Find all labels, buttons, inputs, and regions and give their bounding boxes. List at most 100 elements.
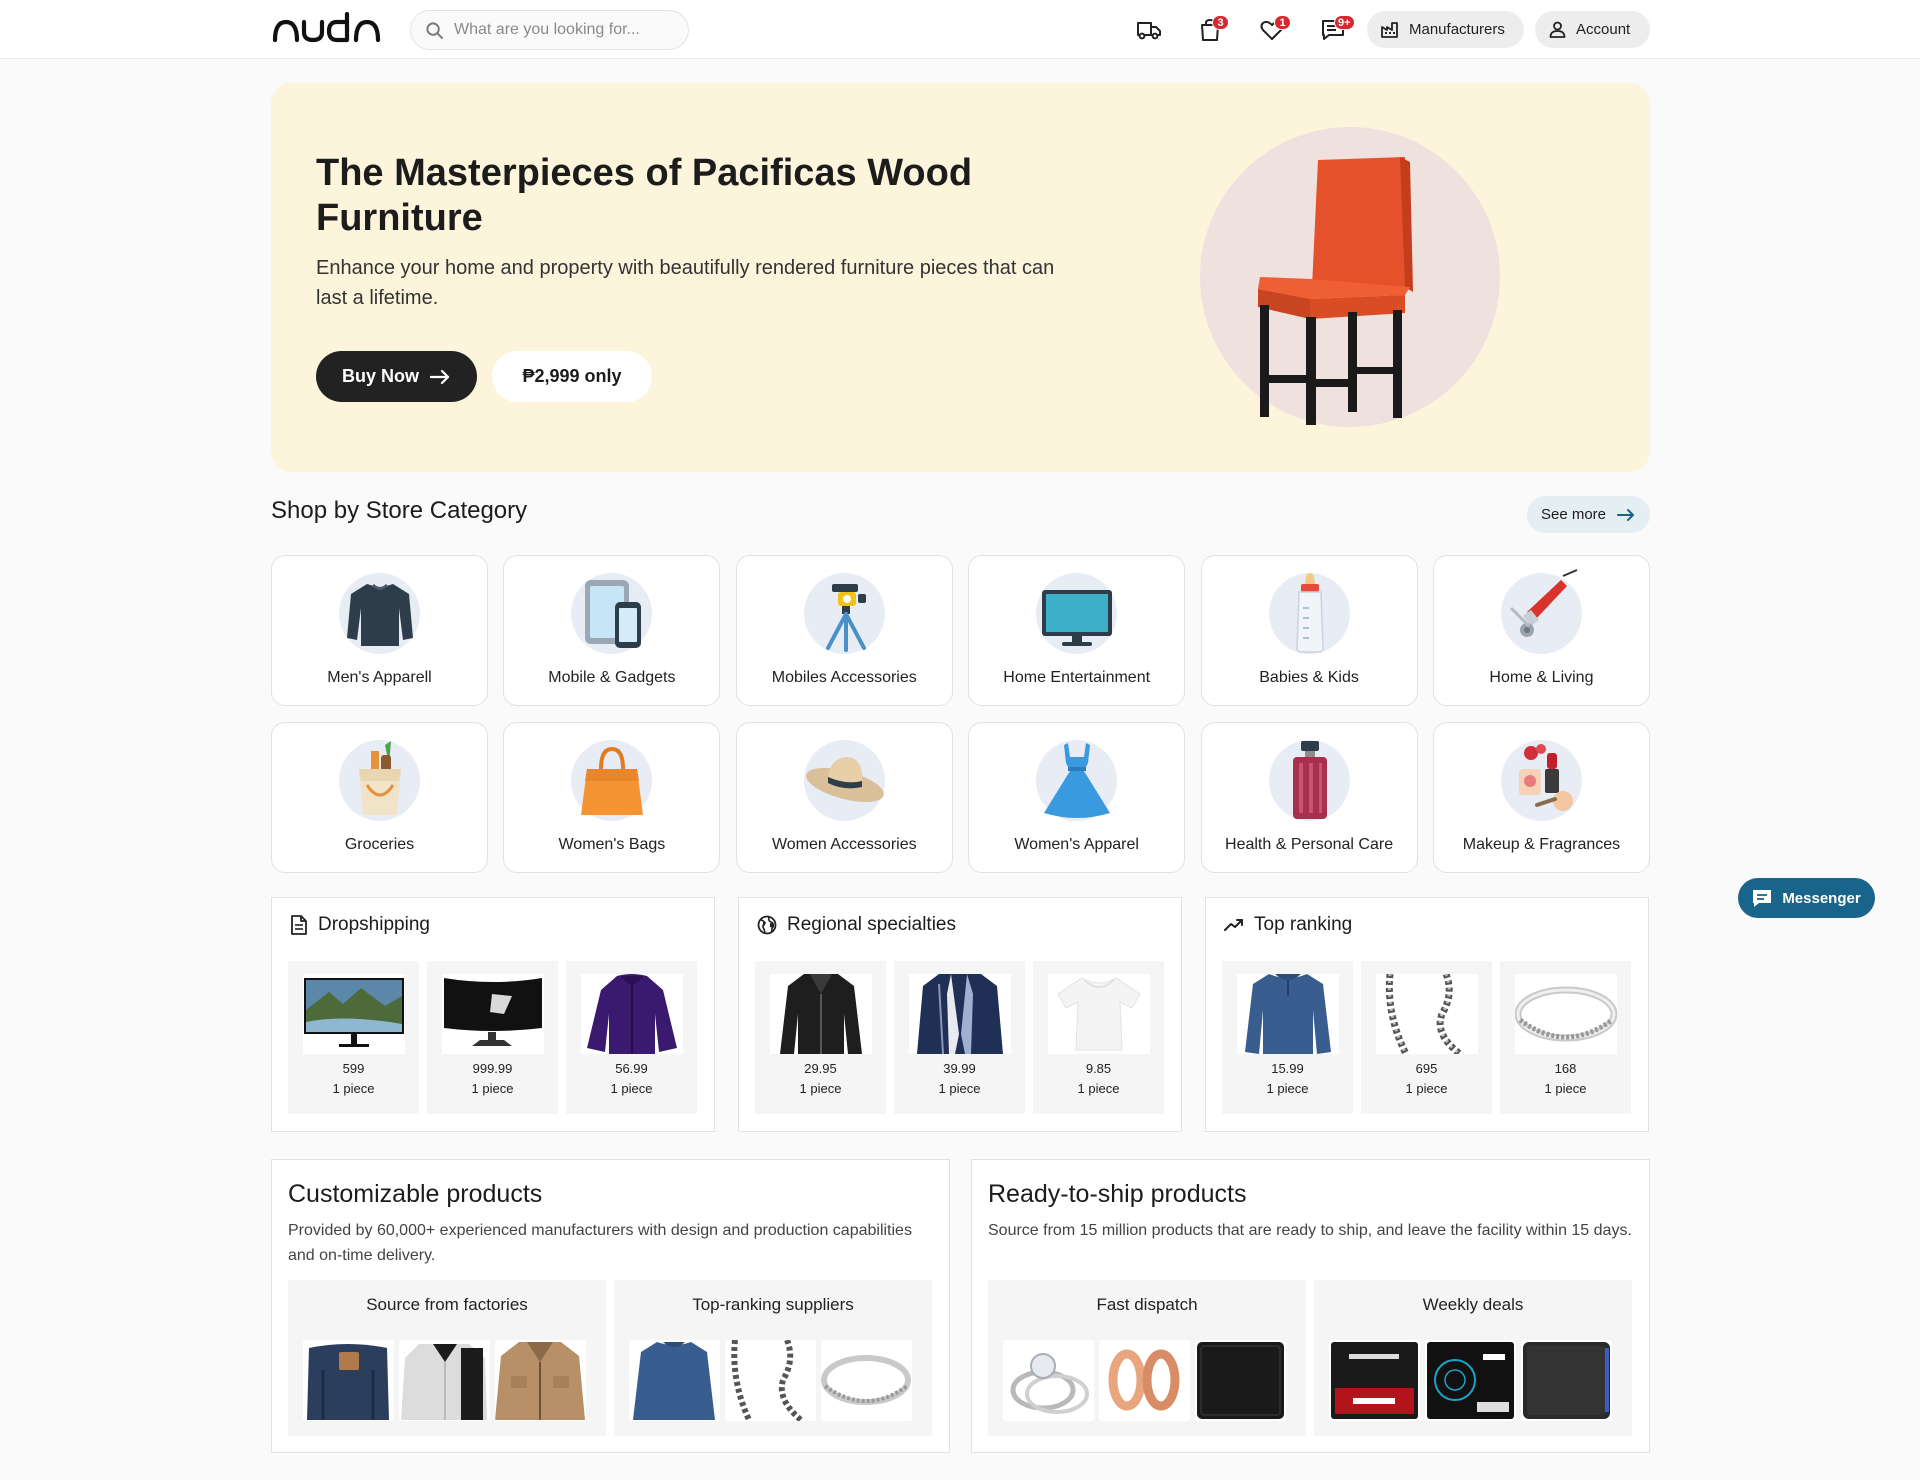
category-grid: Men's Apparell Mobile & Gadgets Mobiles …: [271, 555, 1650, 873]
sub-card-images: [1329, 1340, 1612, 1421]
category-label: Babies & Kids: [1259, 669, 1359, 686]
black-wallet-image: [1195, 1340, 1286, 1421]
dropshipping-title: Dropshipping: [318, 914, 430, 935]
silver-chain-bracelet-image: [725, 1340, 816, 1421]
product-moq: 1 piece: [1077, 1081, 1120, 1096]
customizable-title[interactable]: Customizable products: [288, 1180, 542, 1209]
category-card-womens-bags[interactable]: Women's Bags: [503, 722, 721, 873]
diamond-ring-set-image: [1003, 1340, 1094, 1421]
product-card[interactable]: 9.85 1 piece: [1033, 961, 1164, 1114]
messages-count-badge: 9+: [1334, 15, 1355, 30]
bar-stool-image: [1200, 127, 1500, 427]
category-card-babies-kids[interactable]: Babies & Kids: [1200, 555, 1418, 706]
top-ranking-header[interactable]: Top ranking: [1224, 914, 1352, 936]
factory-icon: [1381, 22, 1398, 38]
regional-specialties-title: Regional specialties: [787, 914, 956, 935]
messages-button[interactable]: 9+: [1317, 14, 1355, 46]
product-moq: 1 piece: [938, 1081, 981, 1096]
arrow-right-icon: [429, 369, 450, 384]
category-card-groceries[interactable]: Groceries: [271, 722, 488, 873]
customizable-products-section: Customizable products Provided by 60,000…: [271, 1159, 950, 1453]
grocery-bag-icon: [359, 741, 401, 815]
see-more-button[interactable]: See more: [1527, 496, 1650, 533]
ssd-product-box-image: [1329, 1340, 1420, 1421]
product-card[interactable]: 999.99 1 piece: [427, 961, 558, 1114]
sub-card-title: Top-ranking suppliers: [692, 1295, 854, 1314]
top-ranking-suppliers-card[interactable]: Top-ranking suppliers: [614, 1280, 932, 1436]
dropshipping-header[interactable]: Dropshipping: [290, 914, 430, 936]
category-card-womens-apparel[interactable]: Women's Apparel: [968, 722, 1186, 873]
product-card[interactable]: 29.95 1 piece: [755, 961, 886, 1114]
auda-logo[interactable]: [272, 12, 384, 46]
sp-ssd-box-image: [1425, 1340, 1516, 1421]
category-card-mobile-gadgets[interactable]: Mobile & Gadgets: [503, 555, 721, 706]
sub-card-title: Fast dispatch: [1096, 1295, 1198, 1314]
monitor-icon: [1042, 590, 1113, 646]
product-moq: 1 piece: [471, 1081, 514, 1096]
regional-specialties-header[interactable]: Regional specialties: [757, 914, 956, 936]
source-from-factories-card[interactable]: Source from factories: [288, 1280, 606, 1436]
tan-field-jacket-image: [495, 1340, 586, 1421]
product-price: 15.99: [1271, 1061, 1304, 1076]
delivery-truck-button[interactable]: [1133, 14, 1165, 46]
category-label: Mobile & Gadgets: [548, 669, 676, 686]
layered-shirt-image: [399, 1340, 490, 1421]
diamond-eternity-ring-image: [1515, 974, 1617, 1054]
product-price: 599: [342, 1061, 365, 1076]
fast-dispatch-card[interactable]: Fast dispatch: [988, 1280, 1306, 1436]
buy-now-label: Buy Now: [341, 366, 419, 386]
search-bar[interactable]: [410, 10, 689, 50]
product-card[interactable]: 39.99 1 piece: [894, 961, 1025, 1114]
tablet-phone-icon: [585, 580, 642, 648]
blue-henley-shirt-image: [1237, 974, 1339, 1054]
product-moq: 1 piece: [610, 1081, 653, 1096]
diamond-eternity-ring-image: [821, 1340, 912, 1421]
dress-icon: [1044, 743, 1111, 818]
account-button[interactable]: Account: [1535, 11, 1650, 48]
hot-glue-gun-icon: [1509, 569, 1578, 637]
product-card[interactable]: 168 1 piece: [1500, 961, 1631, 1114]
category-label: Makeup & Fragrances: [1462, 836, 1621, 853]
product-card[interactable]: 599 1 piece: [288, 961, 419, 1114]
sun-hat-icon: [805, 757, 884, 803]
product-price: 29.95: [804, 1061, 837, 1076]
category-card-mobiles-accessories[interactable]: Mobiles Accessories: [735, 555, 953, 706]
product-card[interactable]: 56.99 1 piece: [566, 961, 697, 1114]
cart-button[interactable]: 3: [1194, 14, 1229, 46]
manufacturers-button[interactable]: Manufacturers: [1367, 11, 1524, 48]
product-moq: 1 piece: [1266, 1081, 1309, 1096]
category-card-women-accessories[interactable]: Women Accessories: [735, 722, 953, 873]
regional-specialties-panel: Regional specialties 29.95 1 piece 39.99…: [738, 897, 1182, 1132]
category-label: Groceries: [344, 836, 415, 853]
silver-chain-bracelet-image: [1376, 974, 1478, 1054]
curved-monitor-image: [442, 974, 544, 1054]
external-hard-drive-image: [1521, 1340, 1612, 1421]
sub-card-title: Source from factories: [366, 1295, 528, 1314]
weekly-deals-card[interactable]: Weekly deals: [1314, 1280, 1632, 1436]
category-card-home-living[interactable]: Home & Living: [1432, 555, 1650, 706]
hero-description: Enhance your home and property with beau…: [316, 257, 1055, 309]
globe-icon: [757, 915, 777, 935]
product-moq: 1 piece: [1405, 1081, 1448, 1096]
cart-count-badge: 3: [1212, 15, 1229, 30]
white-blouse-image: [1048, 974, 1150, 1054]
tripod-icon: [825, 584, 866, 652]
blue-henley-shirt-image: [629, 1340, 720, 1421]
messenger-button[interactable]: Messenger: [1738, 878, 1875, 918]
see-more-label: See more: [1540, 506, 1607, 523]
ready-to-ship-title[interactable]: Ready-to-ship products: [988, 1180, 1246, 1209]
sub-card-title: Weekly deals: [1422, 1295, 1524, 1314]
product-card[interactable]: 15.99 1 piece: [1222, 961, 1353, 1114]
category-card-mens-apparell[interactable]: Men's Apparell: [271, 555, 488, 706]
product-card[interactable]: 695 1 piece: [1361, 961, 1492, 1114]
denim-backpack-image: [303, 1340, 394, 1421]
category-card-home-entertainment[interactable]: Home Entertainment: [968, 555, 1186, 706]
wishlist-button[interactable]: 1: [1256, 14, 1291, 46]
buy-now-button[interactable]: Buy Now: [316, 351, 477, 402]
customizable-description: Provided by 60,000+ experienced manufact…: [288, 1222, 912, 1264]
document-icon: [291, 915, 307, 935]
category-card-makeup-fragrances[interactable]: Makeup & Fragrances: [1432, 722, 1650, 873]
category-card-health-personal-care[interactable]: Health & Personal Care: [1200, 722, 1418, 873]
search-input[interactable]: [454, 21, 664, 39]
perfume-bottle-icon: [1292, 741, 1327, 819]
